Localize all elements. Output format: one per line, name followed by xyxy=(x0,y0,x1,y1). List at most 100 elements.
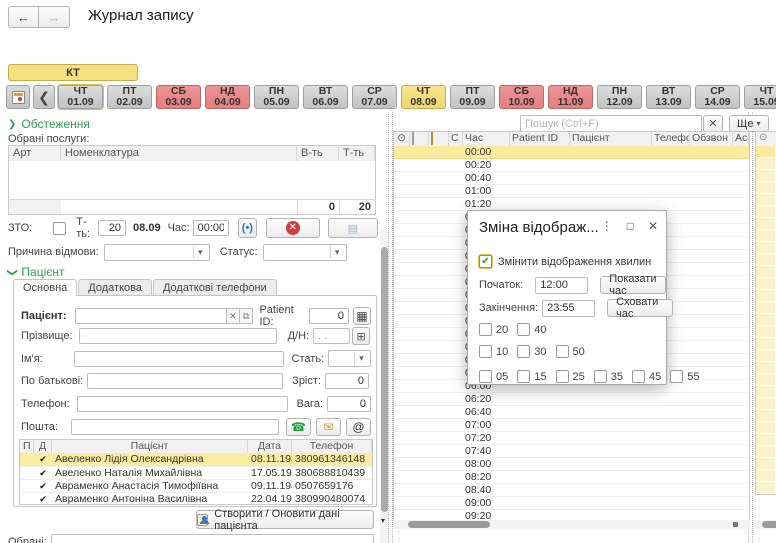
menu-dots-icon[interactable]: ⋮ xyxy=(601,219,613,233)
time-input[interactable] xyxy=(193,220,229,236)
change-minutes-checkbox[interactable]: ✔ xyxy=(479,255,492,268)
day-tab-05.09[interactable]: ПН05.09 xyxy=(254,85,299,109)
secondary-row[interactable] xyxy=(756,338,776,350)
secondary-row[interactable] xyxy=(756,398,776,410)
section-patient-toggle[interactable]: ❯ Пацієнт xyxy=(8,265,64,279)
height-input[interactable] xyxy=(325,373,369,389)
email-button[interactable]: @ xyxy=(346,418,371,436)
day-tab-13.09[interactable]: ВТ13.09 xyxy=(646,85,691,109)
schedule-row[interactable]: 06:40 xyxy=(394,406,749,419)
tab-dodatkovi-telefony[interactable]: Додаткові телефони xyxy=(153,279,277,296)
maximize-icon[interactable]: □ xyxy=(627,219,634,233)
name-input[interactable] xyxy=(74,351,284,367)
day-tab-11.09[interactable]: НД11.09 xyxy=(548,85,593,109)
schedule-row[interactable]: 06:20 xyxy=(394,393,749,406)
zto-checkbox[interactable] xyxy=(53,222,66,235)
schedule-row[interactable]: 00:20 xyxy=(394,159,749,172)
patient-id-input[interactable] xyxy=(309,308,349,324)
create-update-patient-button[interactable]: Створити / Оновити дані пацієнта xyxy=(196,510,374,529)
more-button-right[interactable]: Ще ▾ xyxy=(729,115,769,132)
patient-row[interactable]: ✔Авраменко Анастасія Тимофіївна09.11.194… xyxy=(20,479,372,492)
scroll-handle[interactable] xyxy=(733,522,738,527)
secondary-row[interactable] xyxy=(756,446,776,458)
patient-row[interactable]: ✔Авеленко Наталія Михайлівна17.05.196338… xyxy=(20,466,372,479)
tab-dodatkova[interactable]: Додаткова xyxy=(78,279,152,296)
secondary-row[interactable] xyxy=(756,326,776,338)
scrollbar-thumb[interactable] xyxy=(381,247,388,512)
schedule-row[interactable]: 00:00 xyxy=(394,146,749,159)
schedule-row[interactable]: 08:00 xyxy=(394,458,749,471)
secondary-row[interactable] xyxy=(756,290,776,302)
day-tab-08.09[interactable]: ЧТ08.09 xyxy=(401,85,446,109)
close-icon[interactable]: ✕ xyxy=(648,219,658,233)
clear-icon[interactable]: ✕ xyxy=(227,308,240,324)
calendar-picker-button[interactable] xyxy=(6,85,30,109)
scroll-down-icon[interactable]: ▾ xyxy=(381,516,385,525)
secondary-row[interactable] xyxy=(756,362,776,374)
refusal-select[interactable]: ▾ xyxy=(104,244,210,261)
minute-checkbox-20[interactable] xyxy=(479,323,492,336)
secondary-row[interactable] xyxy=(756,410,776,422)
mail-input[interactable] xyxy=(71,419,279,435)
secondary-row[interactable] xyxy=(756,386,776,398)
phone-input[interactable] xyxy=(77,396,288,412)
day-tab-06.09[interactable]: ВТ06.09 xyxy=(303,85,348,109)
forward-button[interactable]: → xyxy=(39,6,70,28)
middle-input[interactable] xyxy=(87,373,283,389)
schedule-row[interactable]: 07:00 xyxy=(394,419,749,432)
secondary-row[interactable] xyxy=(756,302,776,314)
weight-input[interactable] xyxy=(327,396,371,412)
minute-checkbox-55[interactable] xyxy=(670,370,683,383)
status-select[interactable]: ▾ xyxy=(263,244,347,261)
schedule-row[interactable]: 01:00 xyxy=(394,185,749,198)
minute-checkbox-45[interactable] xyxy=(632,370,645,383)
kt-button[interactable]: КТ xyxy=(8,64,138,81)
secondary-row[interactable] xyxy=(756,146,776,158)
previous-days-button[interactable]: ❮ xyxy=(33,85,55,109)
day-tab-07.09[interactable]: СР07.09 xyxy=(352,85,397,109)
surname-input[interactable] xyxy=(79,328,277,344)
scrollbar-thumb[interactable] xyxy=(408,521,490,528)
secondary-row[interactable] xyxy=(756,230,776,242)
secondary-row[interactable] xyxy=(756,458,776,470)
sex-select[interactable]: ▾ xyxy=(328,350,371,367)
show-time-button[interactable]: Показати час xyxy=(600,276,666,294)
bottom-input[interactable] xyxy=(51,534,374,543)
day-tab-15.09[interactable]: ЧТ15.09 xyxy=(744,85,776,109)
clear-search-button[interactable]: ✕ xyxy=(703,115,723,132)
date-picker-button[interactable]: ⊞ xyxy=(352,327,370,345)
secondary-row[interactable] xyxy=(756,206,776,218)
day-tab-04.09[interactable]: НД04.09 xyxy=(205,85,250,109)
section-exam-toggle[interactable]: ❯ Обстеження xyxy=(8,117,90,131)
secondary-row[interactable] xyxy=(756,350,776,362)
minute-checkbox-25[interactable] xyxy=(556,370,569,383)
back-button[interactable]: ← xyxy=(8,6,39,28)
secondary-row[interactable] xyxy=(756,218,776,230)
start-input[interactable] xyxy=(535,277,588,294)
secondary-row[interactable] xyxy=(756,278,776,290)
minute-checkbox-30[interactable] xyxy=(517,345,530,358)
record-list-button[interactable]: ▤ xyxy=(328,218,378,238)
schedule-row[interactable]: 07:20 xyxy=(394,432,749,445)
schedule-horizontal-scrollbar[interactable] xyxy=(393,520,750,529)
secondary-row[interactable] xyxy=(756,482,776,494)
schedule-row[interactable]: 00:40 xyxy=(394,172,749,185)
day-tab-01.09[interactable]: ЧТ01.09 xyxy=(58,85,103,109)
minute-checkbox-50[interactable] xyxy=(556,345,569,358)
cancel-record-button[interactable]: ✕ xyxy=(266,218,319,238)
minute-checkbox-40[interactable] xyxy=(517,323,530,336)
secondary-row[interactable] xyxy=(756,182,776,194)
patient-row[interactable]: ✔Авеленко Лідія Олександрівна08.11.19363… xyxy=(20,453,372,466)
secondary-table[interactable]: ⊙ xyxy=(755,131,776,495)
search-input[interactable] xyxy=(520,115,702,132)
broadcast-button[interactable]: (•) xyxy=(238,218,258,238)
secondary-row[interactable] xyxy=(756,254,776,266)
day-tab-03.09[interactable]: СБ03.09 xyxy=(156,85,201,109)
secondary-row[interactable] xyxy=(756,470,776,482)
minute-checkbox-35[interactable] xyxy=(594,370,607,383)
minute-checkbox-05[interactable] xyxy=(479,370,492,383)
secondary-row[interactable] xyxy=(756,194,776,206)
secondary-row[interactable] xyxy=(756,266,776,278)
tab-osnovna[interactable]: Основна xyxy=(13,279,77,296)
day-tab-09.09[interactable]: ПТ09.09 xyxy=(450,85,495,109)
